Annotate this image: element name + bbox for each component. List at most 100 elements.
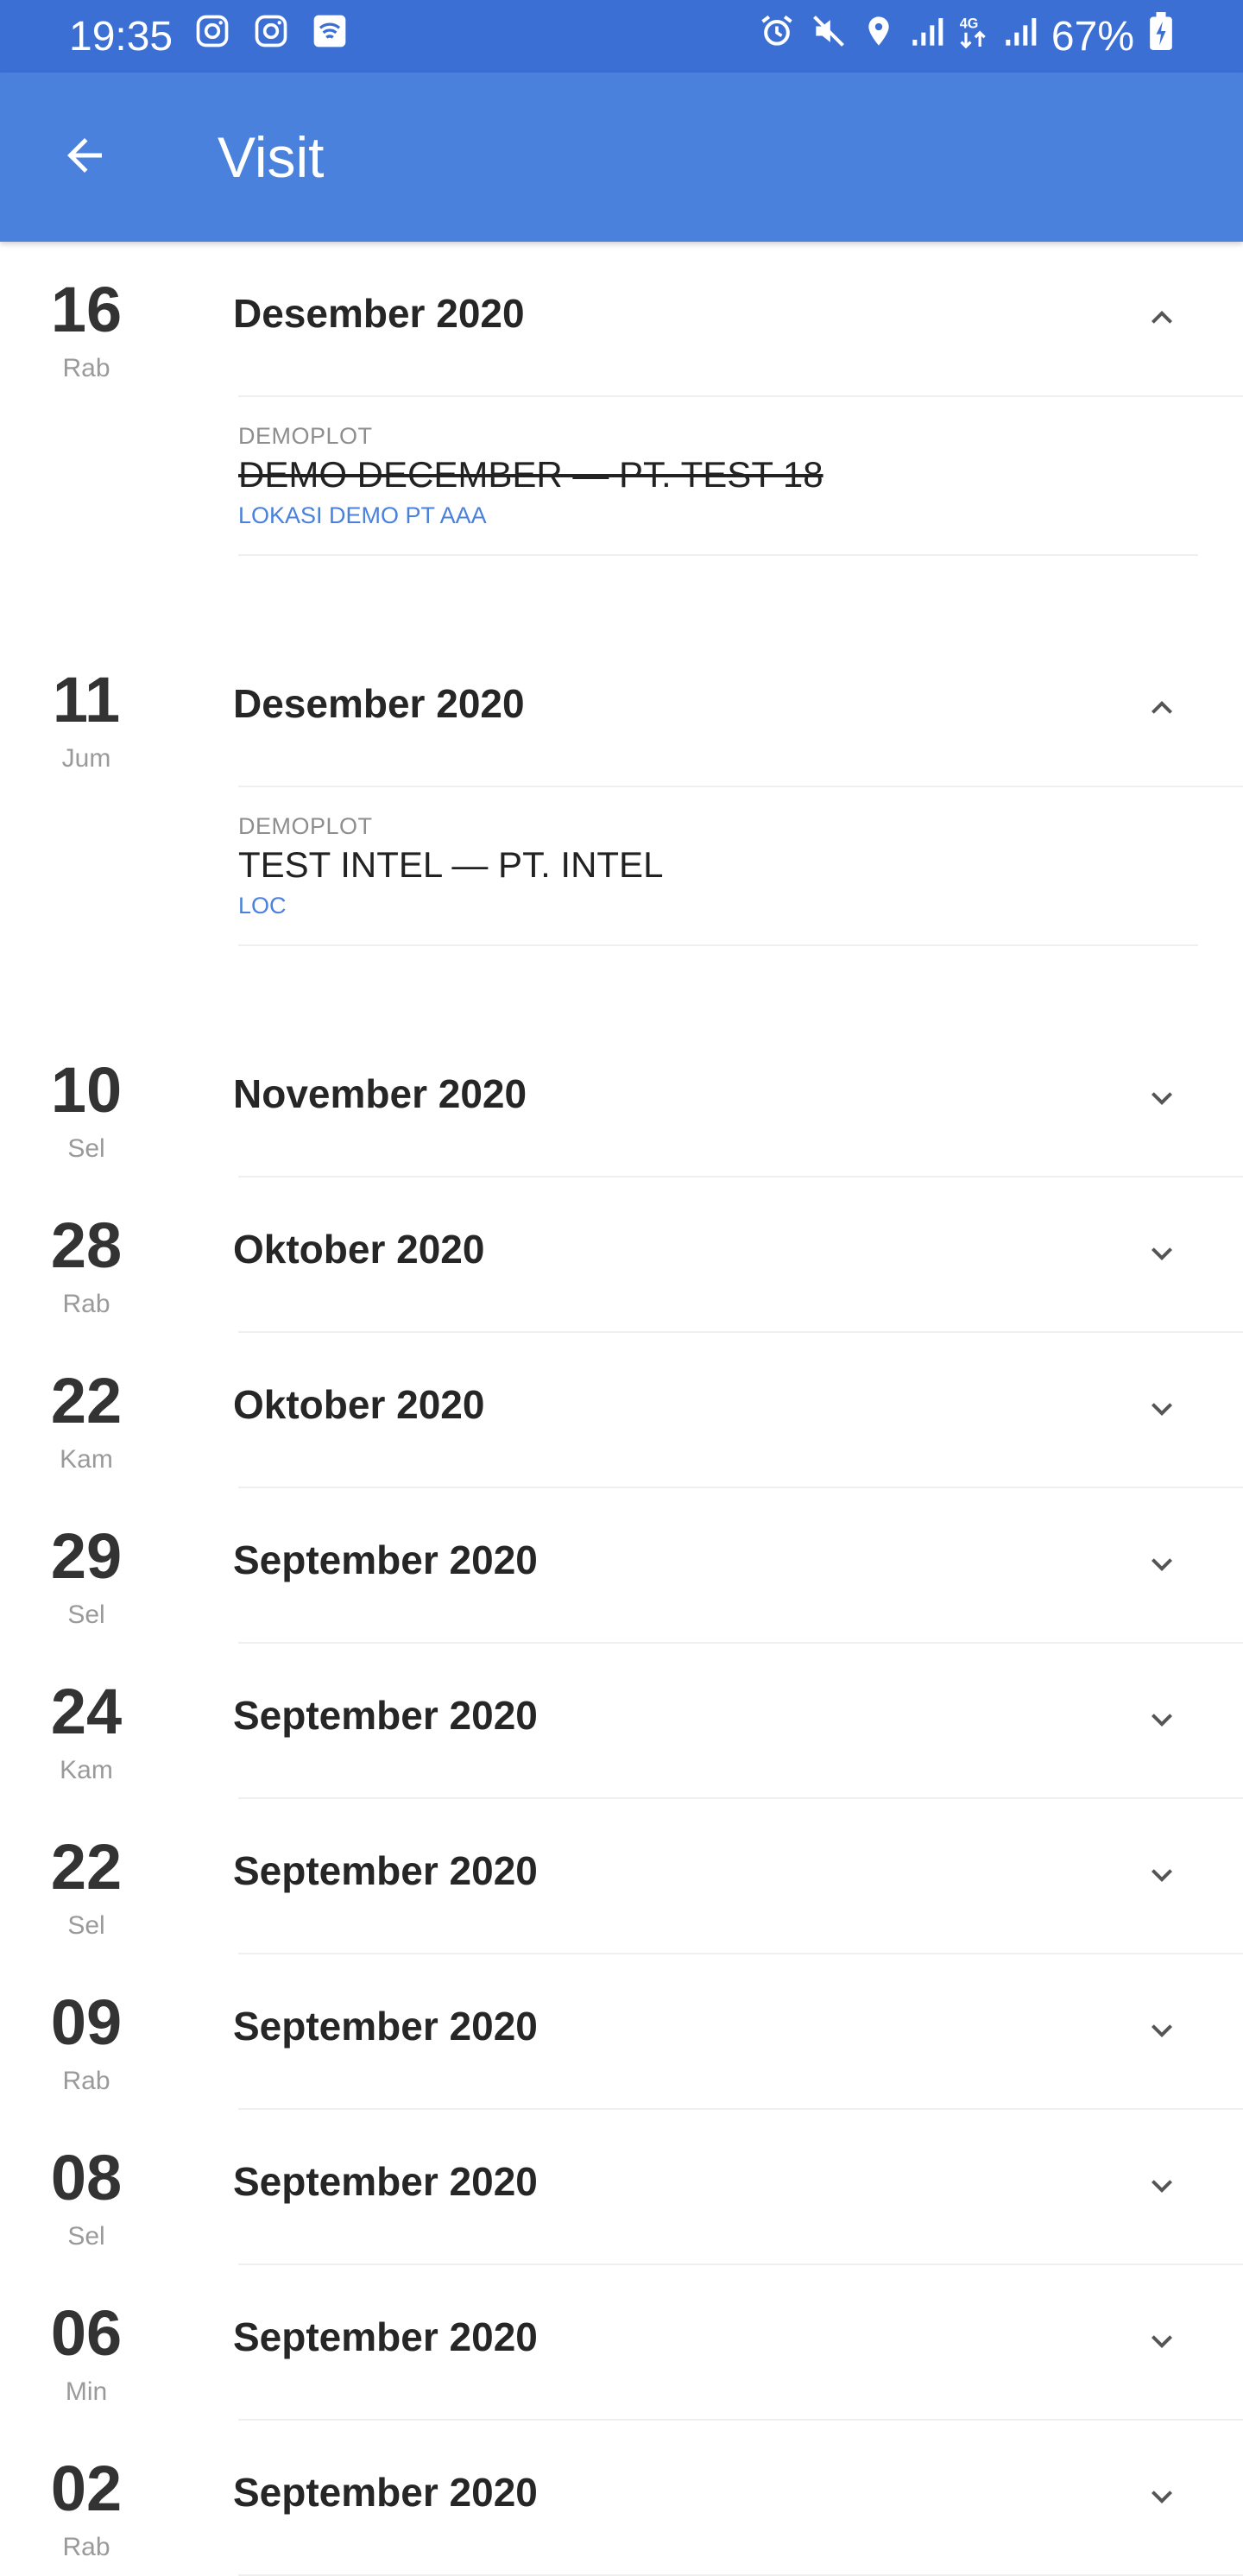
status-bar-left: 19:35: [69, 12, 349, 60]
date-group-header[interactable]: 16 Rab Desember 2020: [0, 242, 1243, 397]
visit-location: LOKASI DEMO PT AAA: [238, 502, 487, 528]
date-group: 22 Kam Oktober 2020: [0, 1333, 1243, 1488]
status-time: 19:35: [69, 13, 174, 60]
date-group: 22 Sel September 2020: [0, 1799, 1243, 1954]
date-group-header[interactable]: 29 Sel September 2020: [0, 1488, 1243, 1644]
weekday-label: Min: [65, 2377, 108, 2406]
date-group: 29 Sel September 2020: [0, 1488, 1243, 1644]
4g-icon: 4G: [958, 12, 989, 60]
page-title: Visit: [218, 125, 325, 189]
date-badge: 02 Rab: [0, 2421, 173, 2562]
date-group-header[interactable]: 08 Sel September 2020: [0, 2110, 1243, 2265]
visit-title: DEMO DECEMBER — PT. TEST 18: [238, 454, 823, 495]
chevron-down-icon[interactable]: [1138, 2006, 1186, 2055]
chevron-up-icon[interactable]: [1138, 684, 1186, 732]
day-number: 29: [50, 1520, 123, 1592]
day-number: 08: [50, 2142, 123, 2213]
date-group-header[interactable]: 22 Kam Oktober 2020: [0, 1333, 1243, 1488]
weekday-label: Rab: [62, 2067, 110, 2095]
date-badge: 08 Sel: [0, 2110, 173, 2251]
month-label: September 2020: [233, 2159, 538, 2204]
date-badge: 22 Sel: [0, 1799, 173, 1941]
weekday-label: Sel: [67, 1601, 105, 1629]
visit-location: LOC: [238, 893, 287, 919]
date-group-header[interactable]: 06 Min September 2020: [0, 2265, 1243, 2421]
date-badge: 29 Sel: [0, 1488, 173, 1630]
day-number: 09: [50, 1986, 123, 2058]
date-badge: 16 Rab: [0, 242, 173, 383]
date-badge: 09 Rab: [0, 1954, 173, 2096]
day-number: 10: [50, 1054, 123, 1126]
date-group-header[interactable]: 02 Rab September 2020: [0, 2421, 1243, 2576]
day-number: 22: [50, 1365, 123, 1436]
app-bar: Visit: [0, 73, 1243, 242]
month-label: November 2020: [233, 1071, 527, 1116]
chevron-down-icon[interactable]: [1138, 2162, 1186, 2210]
day-number: 16: [50, 274, 123, 345]
date-group: 02 Rab September 2020: [0, 2421, 1243, 2576]
date-group: 08 Sel September 2020: [0, 2110, 1243, 2265]
status-bar: 19:35 4G 67%: [0, 0, 1243, 73]
date-group-header[interactable]: 28 Rab Oktober 2020: [0, 1178, 1243, 1333]
date-group-header[interactable]: 10 Sel November 2020: [0, 1022, 1243, 1178]
location-icon: [861, 12, 896, 60]
back-button[interactable]: [0, 73, 169, 242]
day-number: 22: [50, 1831, 123, 1903]
visit-type: DEMOPLOT: [238, 813, 373, 839]
month-label: September 2020: [233, 1693, 538, 1738]
month-label: September 2020: [233, 2004, 538, 2049]
date-group-header[interactable]: 11 Jum Desember 2020: [0, 632, 1243, 787]
month-label: Desember 2020: [233, 291, 525, 336]
date-group: 06 Min September 2020: [0, 2265, 1243, 2421]
svg-text:4G: 4G: [960, 16, 979, 31]
chevron-down-icon[interactable]: [1138, 1540, 1186, 1588]
chevron-down-icon[interactable]: [1138, 1229, 1186, 1278]
day-number: 24: [50, 1676, 123, 1747]
month-label: Oktober 2020: [233, 1227, 485, 1272]
chevron-down-icon[interactable]: [1138, 1695, 1186, 1744]
mute-icon: [810, 12, 848, 60]
date-group-header[interactable]: 24 Kam September 2020: [0, 1644, 1243, 1799]
divider: [238, 554, 1198, 556]
weekday-label: Sel: [67, 1134, 105, 1163]
arrow-left-icon: [59, 129, 110, 186]
chevron-down-icon[interactable]: [1138, 1385, 1186, 1433]
weekday-label: Sel: [67, 1911, 105, 1940]
weekday-label: Kam: [60, 1445, 113, 1474]
chevron-down-icon[interactable]: [1138, 1851, 1186, 1899]
date-badge: 22 Kam: [0, 1333, 173, 1474]
date-badge: 06 Min: [0, 2265, 173, 2407]
month-label: September 2020: [233, 1537, 538, 1582]
day-number: 02: [50, 2453, 123, 2524]
chevron-down-icon[interactable]: [1138, 2317, 1186, 2365]
weekday-label: Rab: [62, 1290, 110, 1318]
weekday-label: Kam: [60, 1756, 113, 1784]
date-group-header[interactable]: 22 Sel September 2020: [0, 1799, 1243, 1954]
alarm-icon: [758, 12, 796, 60]
battery-charging-icon: [1148, 12, 1174, 60]
date-badge: 11 Jum: [0, 632, 173, 773]
day-number: 28: [50, 1209, 123, 1281]
divider: [238, 944, 1198, 946]
date-group: 16 Rab Desember 2020 DEMOPLOT DEMO DECEMBER …: [0, 242, 1243, 632]
chevron-up-icon[interactable]: [1138, 294, 1186, 342]
weekday-label: Sel: [67, 2222, 105, 2251]
date-badge: 10 Sel: [0, 1022, 173, 1164]
month-label: Oktober 2020: [233, 1382, 485, 1427]
weekday-label: Rab: [62, 354, 110, 382]
date-badge: 28 Rab: [0, 1178, 173, 1319]
visit-item[interactable]: DEMOPLOT DEMO DECEMBER — PT. TEST 18 LOKAS…: [238, 397, 1198, 556]
visit-item[interactable]: DEMOPLOT TEST INTEL — PT. INTEL LOC: [238, 787, 1198, 946]
date-group: 11 Jum Desember 2020 DEMOPLOT TEST INTEL — P…: [0, 632, 1243, 1022]
chevron-down-icon[interactable]: [1138, 1074, 1186, 1122]
month-label: September 2020: [233, 1848, 538, 1893]
battery-percent: 67%: [1051, 13, 1134, 60]
day-number: 11: [52, 664, 121, 736]
visit-type: DEMOPLOT: [238, 423, 373, 449]
chevron-down-icon[interactable]: [1138, 2472, 1186, 2521]
weekday-label: Jum: [61, 744, 111, 773]
status-bar-right: 4G 67%: [758, 12, 1174, 60]
date-group-header[interactable]: 09 Rab September 2020: [0, 1954, 1243, 2110]
